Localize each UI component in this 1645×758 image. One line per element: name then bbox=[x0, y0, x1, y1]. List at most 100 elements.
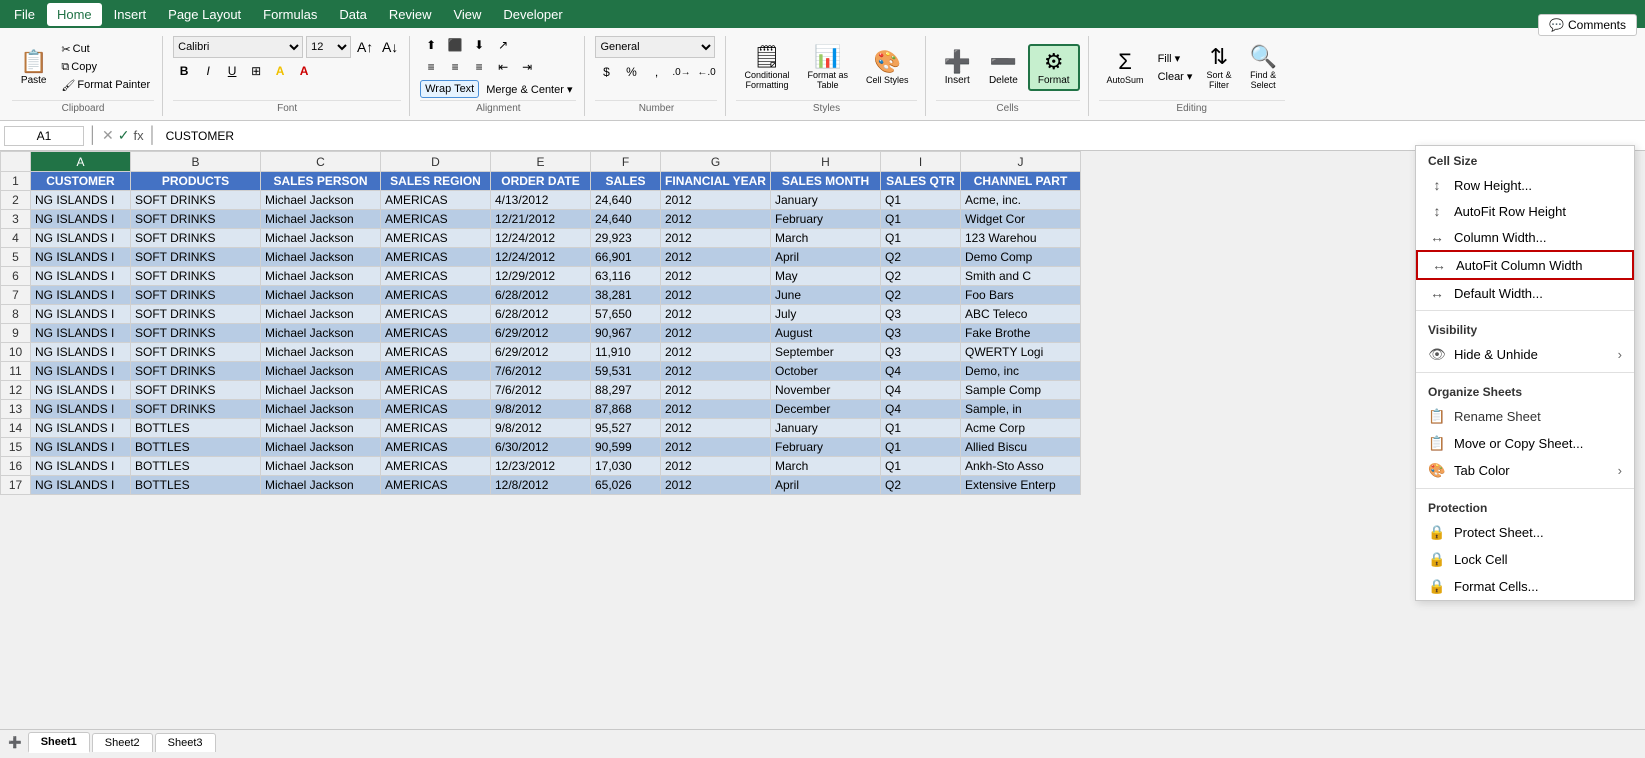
cell-row17-col1[interactable]: BOTTLES bbox=[131, 476, 261, 495]
cell-row17-col5[interactable]: 65,026 bbox=[591, 476, 661, 495]
cell-row16-col7[interactable]: March bbox=[771, 457, 881, 476]
comma-button[interactable]: , bbox=[645, 63, 667, 81]
cell-row5-col7[interactable]: April bbox=[771, 248, 881, 267]
formula-input[interactable] bbox=[162, 127, 1641, 145]
menu-review[interactable]: Review bbox=[379, 3, 442, 26]
cell-row10-col1[interactable]: SOFT DRINKS bbox=[131, 343, 261, 362]
cell-row11-col5[interactable]: 59,531 bbox=[591, 362, 661, 381]
cell-row5-col4[interactable]: 12/24/2012 bbox=[491, 248, 591, 267]
cut-button[interactable]: ✂ Cut bbox=[57, 41, 154, 58]
cell-row6-col9[interactable]: Smith and C bbox=[961, 267, 1081, 286]
format-as-table-button[interactable]: 📊 Format asTable bbox=[800, 41, 857, 93]
cell-d1[interactable]: SALES REGION bbox=[381, 172, 491, 191]
cell-row12-col7[interactable]: November bbox=[771, 381, 881, 400]
cell-row11-col4[interactable]: 7/6/2012 bbox=[491, 362, 591, 381]
rename-sheet-item[interactable]: 📋 Rename Sheet bbox=[1416, 403, 1634, 430]
cell-row14-col0[interactable]: NG ISLANDS I bbox=[31, 419, 131, 438]
cell-row16-col9[interactable]: Ankh-Sto Asso bbox=[961, 457, 1081, 476]
cell-row12-col5[interactable]: 88,297 bbox=[591, 381, 661, 400]
cell-row13-col8[interactable]: Q4 bbox=[881, 400, 961, 419]
cell-row10-col3[interactable]: AMERICAS bbox=[381, 343, 491, 362]
col-header-a[interactable]: A bbox=[31, 152, 131, 172]
cell-row5-col0[interactable]: NG ISLANDS I bbox=[31, 248, 131, 267]
comments-button[interactable]: 💬 Comments bbox=[1538, 14, 1637, 36]
cell-row16-col1[interactable]: BOTTLES bbox=[131, 457, 261, 476]
row-header-2[interactable]: 2 bbox=[1, 191, 31, 210]
cell-row16-col8[interactable]: Q1 bbox=[881, 457, 961, 476]
cell-row9-col7[interactable]: August bbox=[771, 324, 881, 343]
sheet-tab-2[interactable]: Sheet2 bbox=[92, 733, 153, 752]
cell-row14-col5[interactable]: 95,527 bbox=[591, 419, 661, 438]
cell-row12-col1[interactable]: SOFT DRINKS bbox=[131, 381, 261, 400]
cell-i1[interactable]: SALES QTR bbox=[881, 172, 961, 191]
cell-row9-col8[interactable]: Q3 bbox=[881, 324, 961, 343]
cell-row5-col5[interactable]: 66,901 bbox=[591, 248, 661, 267]
row-header-6[interactable]: 6 bbox=[1, 267, 31, 286]
autofit-column-width-item[interactable]: ↔ AutoFit Column Width bbox=[1416, 250, 1634, 280]
function-icon[interactable]: fx bbox=[133, 128, 143, 143]
cell-row2-col6[interactable]: 2012 bbox=[661, 191, 771, 210]
cell-row11-col2[interactable]: Michael Jackson bbox=[261, 362, 381, 381]
menu-insert[interactable]: Insert bbox=[104, 3, 157, 26]
cell-row7-col4[interactable]: 6/28/2012 bbox=[491, 286, 591, 305]
cell-row15-col3[interactable]: AMERICAS bbox=[381, 438, 491, 457]
sort-filter-button[interactable]: ⇅ Sort &Filter bbox=[1198, 41, 1239, 93]
cell-row5-col1[interactable]: SOFT DRINKS bbox=[131, 248, 261, 267]
cell-row8-col5[interactable]: 57,650 bbox=[591, 305, 661, 324]
cell-row8-col2[interactable]: Michael Jackson bbox=[261, 305, 381, 324]
cell-row6-col7[interactable]: May bbox=[771, 267, 881, 286]
cell-row9-col2[interactable]: Michael Jackson bbox=[261, 324, 381, 343]
cell-row4-col2[interactable]: Michael Jackson bbox=[261, 229, 381, 248]
cell-row6-col5[interactable]: 63,116 bbox=[591, 267, 661, 286]
align-center-button[interactable]: ≡ bbox=[444, 58, 466, 76]
fill-button[interactable]: Fill ▾ bbox=[1154, 50, 1197, 67]
cell-row13-col6[interactable]: 2012 bbox=[661, 400, 771, 419]
cell-row17-col6[interactable]: 2012 bbox=[661, 476, 771, 495]
col-header-f[interactable]: F bbox=[591, 152, 661, 172]
cell-row12-col4[interactable]: 7/6/2012 bbox=[491, 381, 591, 400]
cell-row9-col6[interactable]: 2012 bbox=[661, 324, 771, 343]
row-header-15[interactable]: 15 bbox=[1, 438, 31, 457]
row-height-item[interactable]: ↕ Row Height... bbox=[1416, 172, 1634, 198]
cell-row9-col5[interactable]: 90,967 bbox=[591, 324, 661, 343]
col-header-d[interactable]: D bbox=[381, 152, 491, 172]
cell-row12-col0[interactable]: NG ISLANDS I bbox=[31, 381, 131, 400]
cell-row16-col6[interactable]: 2012 bbox=[661, 457, 771, 476]
cell-row5-col2[interactable]: Michael Jackson bbox=[261, 248, 381, 267]
cell-row2-col1[interactable]: SOFT DRINKS bbox=[131, 191, 261, 210]
corner-header[interactable] bbox=[1, 152, 31, 172]
cell-row4-col7[interactable]: March bbox=[771, 229, 881, 248]
menu-developer[interactable]: Developer bbox=[493, 3, 572, 26]
cell-row10-col9[interactable]: QWERTY Logi bbox=[961, 343, 1081, 362]
increase-indent-button[interactable]: ⇥ bbox=[516, 58, 538, 76]
cell-row14-col4[interactable]: 9/8/2012 bbox=[491, 419, 591, 438]
menu-home[interactable]: Home bbox=[47, 3, 102, 26]
format-button[interactable]: ⚙ Format bbox=[1028, 44, 1080, 91]
underline-button[interactable]: U bbox=[221, 62, 243, 80]
cell-row9-col1[interactable]: SOFT DRINKS bbox=[131, 324, 261, 343]
cell-row13-col1[interactable]: SOFT DRINKS bbox=[131, 400, 261, 419]
font-color-button[interactable]: A bbox=[293, 62, 315, 80]
cell-row10-col8[interactable]: Q3 bbox=[881, 343, 961, 362]
cell-row8-col7[interactable]: July bbox=[771, 305, 881, 324]
cell-row4-col6[interactable]: 2012 bbox=[661, 229, 771, 248]
menu-view[interactable]: View bbox=[443, 3, 491, 26]
cell-row6-col1[interactable]: SOFT DRINKS bbox=[131, 267, 261, 286]
sheet-tab-3[interactable]: Sheet3 bbox=[155, 733, 216, 752]
cell-row16-col5[interactable]: 17,030 bbox=[591, 457, 661, 476]
row-header-3[interactable]: 3 bbox=[1, 210, 31, 229]
spreadsheet[interactable]: A B C D E F G H I J 1 CUSTOMER PRODUCTS bbox=[0, 151, 1645, 729]
row-header-14[interactable]: 14 bbox=[1, 419, 31, 438]
cell-row17-col4[interactable]: 12/8/2012 bbox=[491, 476, 591, 495]
cell-row9-col3[interactable]: AMERICAS bbox=[381, 324, 491, 343]
cell-b1[interactable]: PRODUCTS bbox=[131, 172, 261, 191]
row-header-9[interactable]: 9 bbox=[1, 324, 31, 343]
cell-row15-col2[interactable]: Michael Jackson bbox=[261, 438, 381, 457]
cell-row17-col8[interactable]: Q2 bbox=[881, 476, 961, 495]
cell-row10-col7[interactable]: September bbox=[771, 343, 881, 362]
cell-row9-col0[interactable]: NG ISLANDS I bbox=[31, 324, 131, 343]
cell-j1[interactable]: CHANNEL PART bbox=[961, 172, 1081, 191]
wrap-text-button[interactable]: Wrap Text bbox=[420, 80, 479, 98]
menu-data[interactable]: Data bbox=[329, 3, 376, 26]
cell-row14-col7[interactable]: January bbox=[771, 419, 881, 438]
